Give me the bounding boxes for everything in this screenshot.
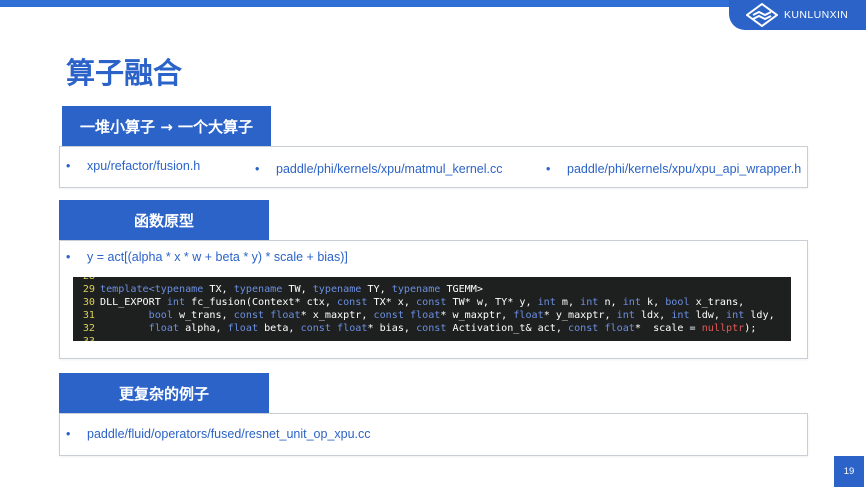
section1-heading: 一堆小算子 → 一个大算子 bbox=[62, 106, 271, 146]
code-token: typename bbox=[233, 284, 283, 295]
code-token: ); bbox=[744, 323, 757, 334]
code-token: typename bbox=[391, 284, 441, 295]
code-token: nullptr bbox=[701, 323, 745, 334]
code-token: fc_fusion(Context* ctx, bbox=[185, 297, 338, 308]
line-number: 31 bbox=[82, 310, 95, 321]
code-token: beta, bbox=[258, 323, 301, 334]
brand-logo-tab: KUNLUNXIN bbox=[729, 0, 866, 30]
code-token: bool bbox=[665, 297, 690, 308]
code-token: float bbox=[409, 310, 441, 321]
code-token: typename bbox=[312, 284, 362, 295]
code-block: 2829template<typename TX, typename TW, t… bbox=[73, 277, 791, 341]
kunlunxin-logo-icon bbox=[746, 3, 778, 27]
code-token: * x_maxptr, bbox=[300, 310, 374, 321]
line-number: 29 bbox=[82, 284, 95, 295]
code-line: 29 template<typename TX, typename TW, typ… bbox=[73, 283, 483, 296]
code-token: int bbox=[726, 310, 745, 321]
code-token: alpha, bbox=[179, 323, 228, 334]
code-token: const bbox=[568, 323, 599, 334]
code-token: TGEMM> bbox=[440, 284, 483, 295]
code-token: float bbox=[148, 323, 180, 334]
brand-name: KUNLUNXIN bbox=[784, 9, 849, 21]
bullet-dot: • bbox=[255, 162, 260, 176]
page-number: 19 bbox=[834, 456, 864, 487]
code-token: Activation_t& act, bbox=[446, 323, 568, 334]
code-token: float bbox=[513, 310, 544, 321]
code-token: ldx, bbox=[634, 310, 672, 321]
code-token: bool bbox=[148, 310, 173, 321]
code-line: 31 bool w_trans, const float* x_maxptr, … bbox=[73, 309, 775, 322]
code-token: * w_maxptr, bbox=[440, 310, 514, 321]
code-token: w_trans, bbox=[172, 310, 234, 321]
slide-title: 算子融合 bbox=[66, 56, 183, 90]
code-token: TX* x, bbox=[367, 297, 417, 308]
code-token: float bbox=[604, 323, 635, 334]
section2-heading: 函数原型 bbox=[59, 200, 269, 240]
bullet-dot: • bbox=[66, 159, 71, 173]
line-number: 30 bbox=[82, 297, 95, 308]
code-token: const bbox=[337, 297, 368, 308]
code-token: float bbox=[227, 323, 259, 334]
code-token: const bbox=[373, 310, 404, 321]
code-token: const bbox=[300, 323, 331, 334]
code-token: DLL_EXPORT bbox=[100, 297, 167, 308]
code-line: 32 float alpha, float beta, const float*… bbox=[73, 322, 757, 335]
code-token: int bbox=[616, 310, 635, 321]
code-token: * bias, bbox=[367, 323, 417, 334]
code-token: const bbox=[416, 323, 447, 334]
bullet-dot: • bbox=[66, 250, 71, 264]
code-token: int bbox=[537, 297, 556, 308]
code-token: n, bbox=[598, 297, 623, 308]
code-token: int bbox=[166, 297, 186, 308]
code-token: x_trans, bbox=[689, 297, 745, 308]
code-token: int bbox=[580, 297, 599, 308]
code-token: * scale = bbox=[634, 323, 702, 334]
code-token: int bbox=[622, 297, 641, 308]
code-token: const bbox=[233, 310, 265, 321]
code-token: float bbox=[337, 323, 368, 334]
code-token: const bbox=[416, 297, 447, 308]
code-token: template< bbox=[100, 284, 155, 295]
bullet-dot: • bbox=[546, 162, 551, 176]
code-token: typename bbox=[154, 284, 204, 295]
code-token: * y_maxptr, bbox=[543, 310, 617, 321]
code-token: TX, bbox=[203, 284, 234, 295]
section3-heading: 更复杂的例子 bbox=[59, 373, 269, 413]
code-token: float bbox=[270, 310, 301, 321]
code-token: ldw, bbox=[689, 310, 727, 321]
code-token: k, bbox=[640, 297, 666, 308]
code-token: TY, bbox=[361, 284, 392, 295]
line-number: 32 bbox=[82, 323, 95, 334]
line-number: 33 bbox=[73, 335, 95, 341]
code-token: TW* w, TY* y, bbox=[446, 297, 538, 308]
code-token: m, bbox=[555, 297, 581, 308]
code-token: ldy, bbox=[744, 310, 775, 321]
code-token: int bbox=[671, 310, 690, 321]
code-line: 33 bbox=[73, 335, 100, 341]
bullet-dot: • bbox=[66, 427, 71, 441]
code-line: 30 DLL_EXPORT int fc_fusion(Context* ctx,… bbox=[73, 296, 744, 309]
code-token: TW, bbox=[282, 284, 313, 295]
